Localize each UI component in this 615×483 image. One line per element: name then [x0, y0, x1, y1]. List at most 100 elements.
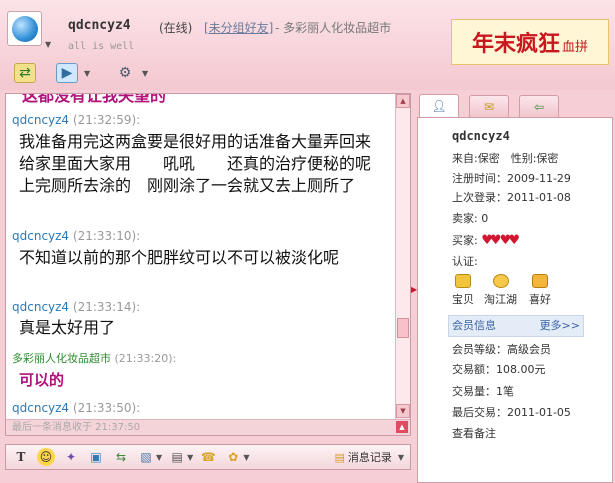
member-info-header: 会员信息 更多>>: [448, 315, 584, 337]
globe-avatar-icon: [11, 15, 38, 42]
member-level: 会员等级：高级会员: [452, 343, 551, 356]
message-meta: qdcncyz4 (21:32:59):: [12, 113, 140, 127]
scroll-up-icon[interactable]: ▲: [396, 94, 410, 108]
message-text: 不知道以前的那个肥胖纹可以不可以被淡化呢: [19, 248, 340, 267]
profile-tabs: 👤︎ ✉ ⇦: [417, 93, 613, 117]
message-sender: qdcncyz4: [12, 113, 70, 127]
image-icon[interactable]: ▧: [137, 448, 155, 466]
send-file-icon: ⇄: [14, 63, 36, 83]
chevron-down-icon[interactable]: ▼: [243, 453, 249, 462]
service-likes[interactable]: 喜好: [529, 274, 551, 307]
chevron-down-icon[interactable]: ▼: [84, 69, 90, 78]
profile-name: qdcncyz4: [452, 129, 510, 143]
items-icon: [455, 274, 471, 288]
last-trade: 最后交易：2011-01-05: [452, 406, 571, 419]
screenshot-icon[interactable]: ▣: [87, 448, 105, 466]
banner-title: 年末疯狂: [471, 31, 560, 57]
chat-scrollbar[interactable]: ▲ ▼: [395, 94, 410, 419]
member-more-link[interactable]: 更多>>: [540, 316, 580, 336]
chat-scroll-area[interactable]: 这都没有让我失望的 qdcncyz4 (21:32:59): 我准备用完这两盒要…: [6, 94, 396, 419]
share-tab-icon: ⇦: [533, 99, 545, 114]
shake-icon[interactable]: ⇆: [112, 448, 130, 466]
partial-message: 这都没有让我失望的: [22, 94, 167, 105]
settings-icon: ⚙: [118, 65, 132, 81]
last-received-text: 最后一条消息收于 21:37:50: [12, 422, 141, 433]
message-meta: 多彩丽人化妆品超市 (21:33:20):: [12, 350, 176, 366]
trade-count: 交易量：1笔: [452, 385, 514, 398]
flower-icon[interactable]: ✿: [224, 448, 242, 466]
profile-from: 来自:保密 性别:保密: [452, 152, 559, 165]
promo-banner[interactable]: 年末疯狂 血拼: [451, 19, 609, 65]
heart-rating-icon: ♥♥ ♥♥: [481, 233, 520, 248]
profile-panel: 👤︎ ✉ ⇦ qdcncyz4 来自:保密 性别:保密 注册时间：2009-11…: [417, 93, 613, 483]
tab-chat[interactable]: ✉: [469, 95, 509, 117]
message-time: (21:33:20):: [114, 352, 177, 365]
input-toolbar: T ☺ ✦ ▣ ⇆ ▧ ▼ ▤ ▼ ☎ ✿ ▼ ▤ 消息记录 ▼: [5, 444, 411, 470]
settings-button[interactable]: ⚙ ▼: [114, 62, 148, 84]
chevron-down-icon[interactable]: ▼: [45, 40, 51, 49]
message-text: 可以的: [19, 371, 65, 389]
contact-group-link[interactable]: [未分组好友]: [204, 19, 273, 36]
tab-profile[interactable]: 👤︎: [419, 94, 459, 117]
profile-seller: 卖家: 0: [452, 212, 489, 225]
message-sender: qdcncyz4: [12, 401, 70, 415]
profile-register: 注册时间：2009-11-29: [452, 172, 571, 185]
last-received-bar: 最后一条消息收于 21:37:50 ▲: [6, 419, 410, 435]
chat-tab-icon: ✉: [483, 99, 495, 114]
tab-share[interactable]: ⇦: [519, 95, 559, 117]
scroll-thumb[interactable]: [397, 318, 409, 338]
service-items[interactable]: 宝贝: [452, 274, 474, 307]
collapse-icon[interactable]: ▲: [396, 421, 408, 433]
contact-name[interactable]: qdcncyz4: [68, 18, 131, 33]
font-icon[interactable]: T: [12, 448, 30, 466]
profile-buyer: 买家: ♥♥ ♥♥: [452, 232, 520, 248]
contact-status: (在线): [159, 21, 193, 35]
service-label: 宝贝: [452, 293, 474, 306]
message-sender: qdcncyz4: [12, 229, 70, 243]
message-time: (21:33:50):: [72, 401, 141, 415]
message-text: 真是太好用了: [19, 318, 116, 337]
chevron-down-icon[interactable]: ▼: [142, 69, 148, 78]
history-button[interactable]: ▤ 消息记录 ▼: [334, 449, 404, 465]
contact-avatar[interactable]: [7, 11, 42, 46]
send-file-button[interactable]: ⇄: [14, 62, 36, 84]
service-sns[interactable]: 淘江湖: [484, 274, 517, 307]
banner-subtitle: 血拼: [562, 39, 589, 55]
video-button[interactable]: ▶ ▼: [56, 62, 90, 84]
service-label: 喜好: [529, 293, 551, 306]
smiley-icon[interactable]: ☺: [37, 448, 55, 466]
view-notes-link[interactable]: 查看备注: [452, 425, 496, 441]
magic-icon[interactable]: ✦: [62, 448, 80, 466]
window-header: ▼ qdcncyz4 (在线) [未分组好友] - 多彩丽人化妆品超市 all …: [0, 0, 615, 90]
profile-verify: 认证:: [452, 255, 478, 268]
call-icon[interactable]: ☎: [199, 448, 217, 466]
profile-last-login: 上次登录：2011-01-08: [452, 191, 571, 204]
message-time: (21:33:14):: [72, 300, 141, 314]
likes-icon: [532, 274, 548, 288]
history-label: 消息记录: [347, 451, 392, 464]
message-meta: qdcncyz4 (21:33:10):: [12, 229, 140, 243]
message-meta: qdcncyz4 (21:33:14):: [12, 300, 140, 314]
contact-signature: all is well: [68, 41, 135, 52]
chevron-down-icon[interactable]: ▼: [156, 453, 162, 462]
message-time: (21:32:59):: [72, 113, 141, 127]
service-label: 淘江湖: [484, 293, 517, 306]
chat-history[interactable]: 这都没有让我失望的 qdcncyz4 (21:32:59): 我准备用完这两盒要…: [5, 93, 411, 436]
profile-buyer-label: 买家:: [452, 234, 478, 247]
trade-amount: 交易额：108.00元: [452, 363, 546, 376]
person-tab-icon: 👤︎: [431, 99, 447, 113]
message-time: (21:33:10):: [72, 229, 141, 243]
message-meta: qdcncyz4 (21:33:50):: [12, 401, 140, 415]
video-icon: ▶: [56, 63, 78, 83]
contact-shop-name: - 多彩丽人化妆品超市: [275, 21, 392, 35]
history-icon: ▤: [334, 450, 345, 464]
save-icon[interactable]: ▤: [168, 448, 186, 466]
profile-body: qdcncyz4 来自:保密 性别:保密 注册时间：2009-11-29 上次登…: [417, 117, 613, 483]
message-sender: qdcncyz4: [12, 300, 70, 314]
member-info-title: 会员信息: [452, 319, 496, 332]
scroll-down-icon[interactable]: ▼: [396, 404, 410, 418]
sns-icon: [492, 274, 509, 288]
chevron-down-icon: ▼: [397, 452, 404, 462]
message-text: 我准备用完这两盒要是很好用的话准备大量弄回来 给家里面大家用 吼吼 还真的治疗便…: [19, 132, 396, 195]
chevron-down-icon[interactable]: ▼: [187, 453, 193, 462]
